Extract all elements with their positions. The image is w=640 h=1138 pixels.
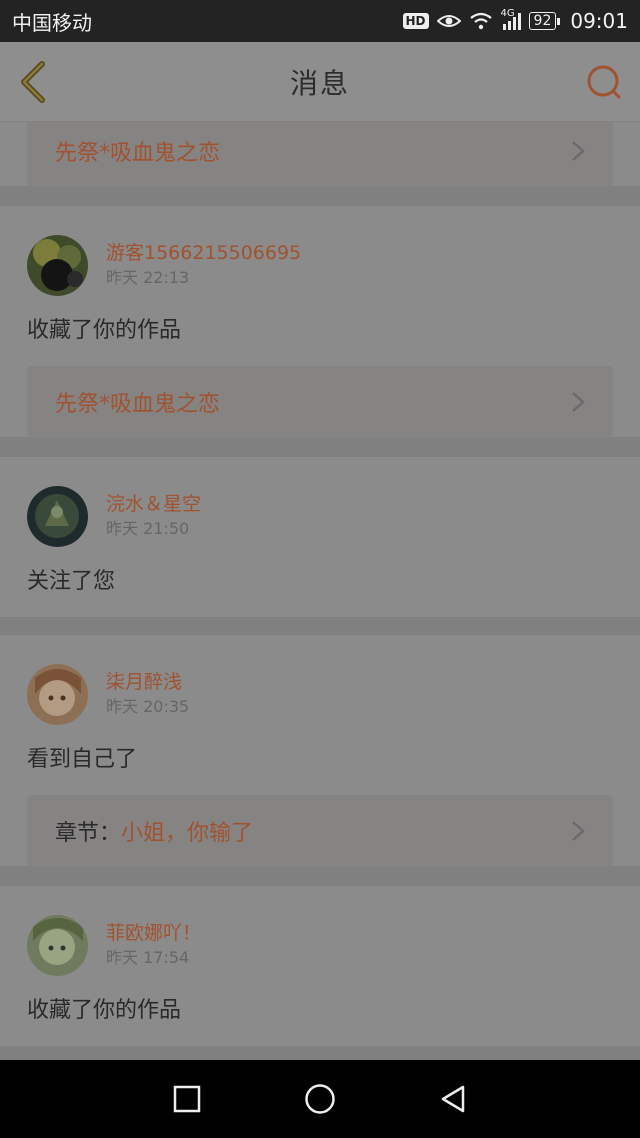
status-icons: HD 4G 92 09:01 [402, 8, 628, 33]
chevron-right-icon [572, 140, 585, 161]
work-link[interactable]: 先祭*吸血鬼之恋 [27, 122, 613, 186]
back-nav-button[interactable] [433, 1079, 473, 1119]
message-card: 柒月醉浅 昨天 20:35 看到自己了 章节： 小姐，你输了 [0, 635, 640, 866]
timestamp: 昨天 21:50 [106, 519, 190, 538]
signal-icon: 4G [501, 8, 521, 30]
status-bar: 中国移动 HD 4G 92 09:01 [0, 0, 640, 42]
avatar[interactable] [27, 914, 88, 976]
chevron-right-icon [572, 391, 585, 412]
work-link-prefix: 章节： [55, 820, 122, 846]
action-text: 关注了您 [27, 569, 116, 594]
recent-apps-button[interactable] [167, 1079, 207, 1119]
search-icon [587, 65, 621, 99]
network-type-label: 4G [500, 8, 515, 19]
hd-icon: HD [402, 13, 429, 29]
message-feed[interactable]: 先祭*吸血鬼之恋 游客1566215506695 昨天 22:13 收藏了你的作… [0, 122, 640, 1060]
home-icon [305, 1084, 335, 1114]
username[interactable]: 柒月醉浅 [106, 669, 189, 695]
work-title: 先祭*吸血鬼之恋 [55, 140, 221, 166]
avatar[interactable] [27, 663, 88, 725]
action-text: 看到自己了 [27, 747, 138, 772]
username[interactable]: 菲欧娜吖！ [106, 920, 201, 946]
avatar[interactable] [27, 485, 88, 547]
carrier-name: 中国移动 [12, 10, 92, 35]
chevron-right-icon [572, 820, 585, 841]
back-icon [442, 1085, 465, 1113]
timestamp: 昨天 22:13 [106, 268, 190, 287]
action-text: 收藏了你的作品 [27, 998, 182, 1023]
eye-icon [436, 15, 461, 27]
work-link[interactable]: 章节： 小姐，你输了 [27, 795, 613, 866]
page-title: 消息 [289, 66, 350, 100]
wifi-icon [469, 12, 492, 30]
search-button[interactable] [582, 60, 626, 104]
clock: 09:01 [570, 9, 628, 33]
home-button[interactable] [300, 1079, 340, 1119]
back-button[interactable] [14, 58, 58, 106]
username[interactable]: 游客1566215506695 [106, 240, 301, 266]
message-card: 浣水＆星空 昨天 21:50 关注了您 [0, 457, 640, 617]
username[interactable]: 浣水＆星空 [106, 491, 201, 517]
message-card: 先祭*吸血鬼之恋 [0, 122, 640, 186]
app-header: 消息 [0, 42, 640, 122]
timestamp: 昨天 20:35 [106, 697, 190, 716]
avatar[interactable] [27, 234, 88, 296]
recent-apps-icon [173, 1085, 200, 1113]
chevron-left-icon [21, 61, 45, 103]
system-nav-bar [0, 1060, 640, 1138]
message-card: 游客1566215506695 昨天 22:13 收藏了你的作品 先祭*吸血鬼之… [0, 206, 640, 437]
work-title: 小姐，你输了 [121, 820, 254, 846]
action-text: 收藏了你的作品 [27, 318, 182, 343]
work-title: 先祭*吸血鬼之恋 [55, 391, 221, 417]
timestamp: 昨天 17:54 [106, 948, 190, 967]
battery-indicator: 92 [528, 12, 561, 30]
message-card: 菲欧娜吖！ 昨天 17:54 收藏了你的作品 [0, 886, 640, 1046]
work-link[interactable]: 先祭*吸血鬼之恋 [27, 366, 613, 437]
